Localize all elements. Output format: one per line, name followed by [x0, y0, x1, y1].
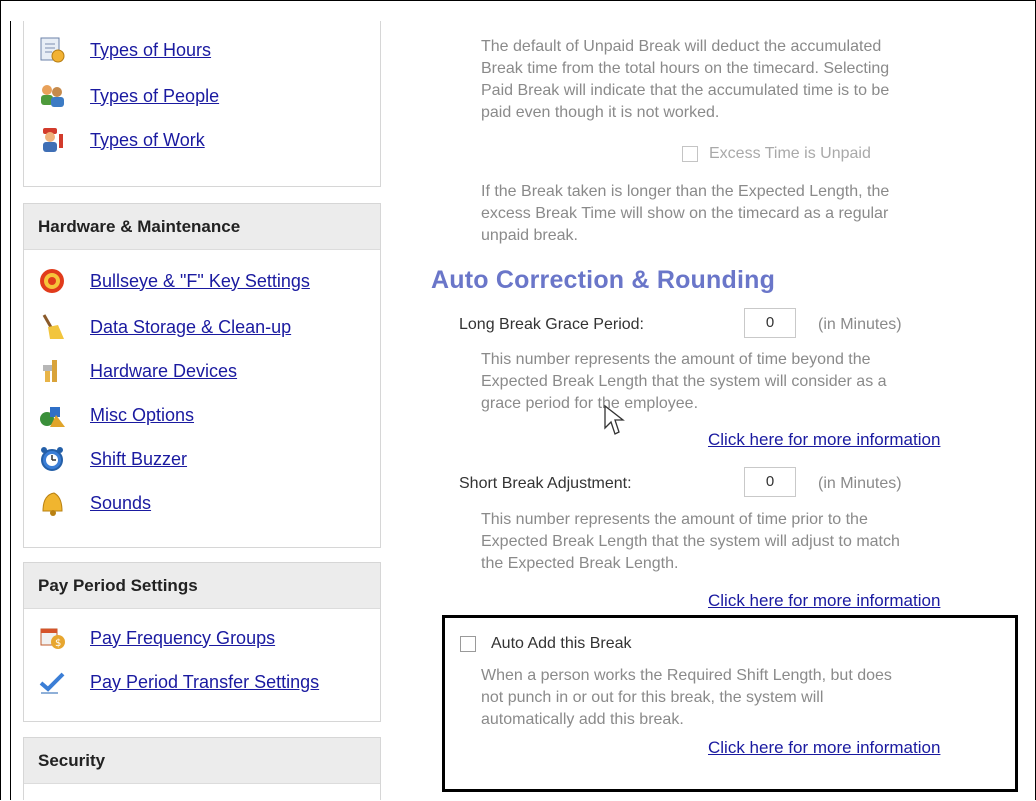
- short-break-description: This number represents the amount of tim…: [481, 509, 900, 575]
- short-break-label: Short Break Adjustment:: [459, 475, 632, 492]
- sidebar-item-label: Bullseye & "F" Key Settings: [90, 270, 310, 291]
- text-line: grace period for the employee.: [481, 395, 699, 412]
- broom-icon: [38, 313, 66, 341]
- sidebar-item-label: Data Storage & Clean-up: [90, 316, 292, 337]
- text-line: Break time from the total hours on the t…: [481, 60, 890, 77]
- excess-description: If the Break taken is longer than the Ex…: [481, 181, 889, 247]
- long-break-description: This number represents the amount of tim…: [481, 349, 887, 415]
- long-break-more-info-link[interactable]: Click here for more information: [708, 430, 940, 450]
- panel-title: Hardware & Maintenance: [24, 204, 380, 250]
- security-panel: Security: [23, 737, 381, 800]
- text-line: paid even though it is not worked.: [481, 104, 720, 121]
- sidebar-item-label: Pay Frequency Groups: [90, 627, 276, 648]
- sidebar-item-misc-options[interactable]: Misc Options: [38, 398, 194, 432]
- paid-break-description: The default of Unpaid Break will deduct …: [481, 36, 889, 124]
- sidebar-item-data-storage[interactable]: Data Storage & Clean-up: [38, 310, 291, 344]
- sidebar-item-label: Types of People: [90, 85, 220, 106]
- sidebar-item-pay-period-transfer[interactable]: Pay Period Transfer Settings: [38, 665, 319, 699]
- sidebar-item-sounds[interactable]: Sounds: [38, 486, 151, 520]
- long-break-unit: (in Minutes): [818, 316, 902, 333]
- sidebar-item-label: Pay Period Transfer Settings: [90, 671, 320, 692]
- excess-time-checkbox[interactable]: [682, 146, 698, 162]
- pay-period-panel: Pay Period Settings $ Pay Frequency Grou…: [23, 562, 381, 722]
- text-line: This number represents the amount of tim…: [481, 351, 871, 368]
- hardware-panel: Hardware & Maintenance Bullseye & "F" Ke…: [23, 203, 381, 548]
- text-line: excess Break Time will show on the timec…: [481, 205, 889, 222]
- short-break-unit: (in Minutes): [818, 475, 902, 492]
- excess-time-label: Excess Time is Unpaid: [709, 145, 871, 162]
- sidebar-item-label: Hardware Devices: [90, 360, 238, 381]
- sidebar-item-hardware-devices[interactable]: Hardware Devices: [38, 354, 237, 388]
- bullseye-icon: [38, 267, 66, 295]
- svg-text:$: $: [55, 638, 61, 649]
- worker-icon: [38, 126, 66, 154]
- document-clock-icon: [38, 36, 66, 64]
- panel-title: Security: [24, 738, 380, 784]
- bell-icon: [38, 489, 66, 517]
- text-line: This number represents the amount of tim…: [481, 511, 868, 528]
- types-panel: Types of Hours Types of People Types of …: [23, 21, 381, 187]
- people-icon: [38, 82, 66, 110]
- calendar-money-icon: $: [38, 624, 66, 652]
- checkmark-pen-icon: [38, 668, 66, 696]
- shapes-icon: [38, 401, 66, 429]
- text-line: The default of Unpaid Break will deduct …: [481, 38, 882, 55]
- text-line: Paid Break will indicate that the accumu…: [481, 82, 890, 99]
- sidebar-item-label: Sounds: [90, 492, 152, 513]
- sidebar-item-label: Types of Work: [90, 129, 205, 150]
- short-break-adjustment-input[interactable]: 0: [744, 467, 796, 497]
- highlight-box: [442, 615, 1018, 792]
- mouse-cursor-icon: [604, 404, 625, 435]
- short-break-more-info-link[interactable]: Click here for more information: [708, 591, 940, 611]
- sidebar-item-pay-frequency-groups[interactable]: $ Pay Frequency Groups: [38, 621, 275, 655]
- text-line: Expected Break Length that the system wi…: [481, 373, 887, 390]
- text-line: If the Break taken is longer than the Ex…: [481, 183, 890, 200]
- sidebar-item-shift-buzzer[interactable]: Shift Buzzer: [38, 442, 187, 476]
- section-title: Auto Correction & Rounding: [431, 266, 776, 294]
- long-break-label: Long Break Grace Period:: [459, 316, 644, 333]
- sidebar-item-bullseye[interactable]: Bullseye & "F" Key Settings: [38, 264, 310, 298]
- sidebar-item-label: Misc Options: [90, 404, 195, 425]
- alarm-clock-icon: [38, 445, 66, 473]
- long-break-grace-input[interactable]: 0: [744, 308, 796, 338]
- sidebar: Types of Hours Types of People Types of …: [10, 21, 381, 800]
- sidebar-item-label: Shift Buzzer: [90, 448, 188, 469]
- sidebar-item-types-of-work[interactable]: Types of Work: [38, 123, 205, 157]
- text-line: the Expected Break Length.: [481, 555, 679, 572]
- sidebar-item-types-of-hours[interactable]: Types of Hours: [38, 33, 211, 67]
- text-line: Expected Break Length that the system wi…: [481, 533, 900, 550]
- text-line: unpaid break.: [481, 227, 578, 244]
- sidebar-item-label: Types of Hours: [90, 39, 212, 60]
- sidebar-item-types-of-people[interactable]: Types of People: [38, 79, 219, 113]
- window-frame: Types of Hours Types of People Types of …: [0, 0, 1036, 800]
- tools-icon: [38, 357, 66, 385]
- panel-title: Pay Period Settings: [24, 563, 380, 609]
